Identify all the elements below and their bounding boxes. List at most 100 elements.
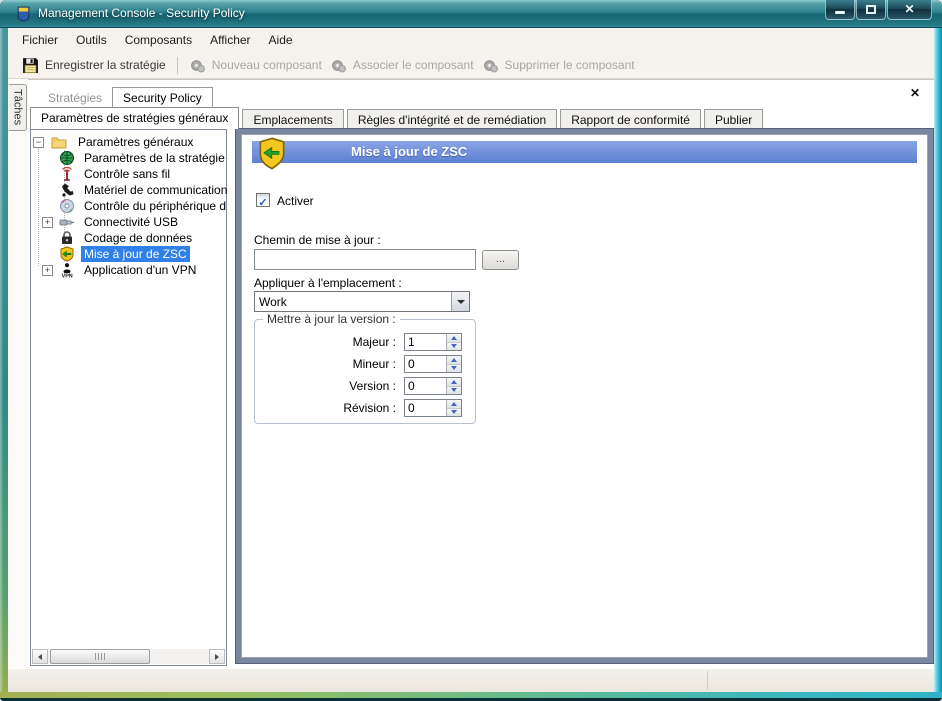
tree-row-root[interactable]: − Paramètres généraux	[31, 134, 226, 150]
revision-label: Révision :	[343, 401, 396, 415]
tree-row[interactable]: Codage de données	[31, 230, 226, 246]
toolbar: Enregistrer la stratégie Nouveau composa…	[8, 52, 934, 79]
close-button[interactable]: ✕	[887, 0, 932, 20]
tree-row[interactable]: Matériel de communication	[31, 182, 226, 198]
minimize-button[interactable]	[825, 0, 855, 20]
activer-label: Activer	[277, 194, 314, 208]
tree-item-label[interactable]: Contrôle sans fil	[81, 166, 173, 182]
tree-item-label[interactable]: Contrôle du périphérique d	[81, 198, 229, 214]
title-bar[interactable]: Management Console - Security Policy ✕	[0, 0, 942, 28]
panel-header: Mise à jour de ZSC	[252, 141, 917, 163]
client-area: Fichier Outils Composants Afficher Aide …	[8, 28, 934, 692]
associate-component-button[interactable]: Associer le composant	[326, 55, 478, 76]
scrollbar-thumb[interactable]	[50, 649, 150, 664]
spinner-up-button[interactable]	[447, 356, 461, 365]
majeur-spinner[interactable]	[404, 333, 462, 351]
comm-hardware-icon	[59, 182, 75, 198]
revision-spinner[interactable]	[404, 399, 462, 417]
close-view-icon[interactable]: ✕	[910, 86, 920, 100]
menu-outils[interactable]: Outils	[67, 30, 116, 50]
window-frame-bottom	[0, 692, 942, 701]
chevron-down-icon	[457, 300, 465, 304]
management-console-window: Management Console - Security Policy ✕ F…	[0, 0, 942, 701]
majeur-input[interactable]	[405, 334, 446, 350]
expand-expander-icon[interactable]: +	[42, 217, 53, 228]
location-combobox[interactable]: Work	[254, 291, 470, 312]
maximize-button[interactable]	[856, 0, 886, 20]
spinner-down-button[interactable]	[447, 343, 461, 351]
spinner-down-button[interactable]	[447, 387, 461, 395]
menu-afficher[interactable]: Afficher	[201, 30, 259, 50]
spinner-up-button[interactable]	[447, 334, 461, 343]
tree-horizontal-scrollbar[interactable]	[32, 649, 225, 664]
save-policy-label: Enregistrer la stratégie	[45, 58, 166, 72]
save-policy-button[interactable]: Enregistrer la stratégie	[18, 55, 170, 76]
spinner-up-button[interactable]	[447, 378, 461, 387]
status-bar	[8, 668, 934, 692]
scroll-right-icon	[215, 654, 219, 660]
menu-fichier[interactable]: Fichier	[13, 30, 67, 50]
tree-item-label[interactable]: Connectivité USB	[81, 214, 181, 230]
tree-row[interactable]: Paramètres de la stratégie	[31, 150, 226, 166]
delete-component-label: Supprimer le composant	[505, 58, 635, 72]
tree-item-label[interactable]: Mise à jour de ZSC	[81, 246, 190, 262]
tab-strategies[interactable]: Stratégies	[38, 88, 112, 109]
taches-side-tab[interactable]: Tâches	[9, 84, 27, 131]
scroll-right-button[interactable]	[209, 649, 225, 664]
delete-component-button[interactable]: Supprimer le composant	[478, 55, 639, 76]
combobox-dropdown-button[interactable]	[451, 292, 469, 311]
zsc-update-header-shield-icon	[258, 137, 286, 170]
tree-item-label[interactable]: Codage de données	[81, 230, 195, 246]
spinner-down-button[interactable]	[447, 365, 461, 373]
window-frame-left	[0, 28, 8, 692]
expand-expander-icon[interactable]: +	[42, 265, 53, 276]
delete-component-icon	[482, 57, 499, 74]
chevron-up-icon	[451, 402, 457, 406]
chevron-down-icon	[451, 388, 457, 392]
tree-row-selected[interactable]: Mise à jour de ZSC	[31, 246, 226, 262]
taches-side-tab-label: Tâches	[12, 89, 24, 125]
mineur-label: Mineur :	[353, 357, 396, 371]
tab-publier[interactable]: Publier	[704, 109, 763, 129]
version-row-revision: Révision :	[255, 399, 475, 417]
collapse-expander-icon[interactable]: −	[33, 137, 44, 148]
activer-checkbox[interactable]: ✓	[256, 193, 270, 207]
spinner-up-button[interactable]	[447, 400, 461, 409]
policy-settings-globe-icon	[59, 150, 75, 166]
tab-parametres-generaux[interactable]: Paramètres de stratégies généraux	[30, 107, 239, 129]
browse-button[interactable]: ...	[482, 250, 519, 270]
left-gutter	[8, 79, 28, 668]
window-frame-right	[934, 28, 942, 692]
folder-icon	[51, 134, 67, 150]
tree-row[interactable]: + Connectivité USB	[31, 214, 226, 230]
new-component-button[interactable]: Nouveau composant	[185, 55, 326, 76]
vpn-enforcement-icon: VPN	[59, 262, 75, 278]
mineur-spinner[interactable]	[404, 355, 462, 373]
version-input[interactable]	[405, 378, 446, 394]
version-spinner[interactable]	[404, 377, 462, 395]
revision-input[interactable]	[405, 400, 446, 416]
mineur-input[interactable]	[405, 356, 446, 372]
tab-emplacements[interactable]: Emplacements	[242, 109, 343, 129]
tab-rapport-conformite[interactable]: Rapport de conformité	[560, 109, 701, 129]
scrollbar-grip-icon	[95, 653, 105, 660]
version-row-version: Version :	[255, 377, 475, 395]
spinner-down-button[interactable]	[447, 409, 461, 417]
tree-row[interactable]: + VPN Application d'un VPN	[31, 262, 226, 278]
tree-item-label[interactable]: Paramètres de la stratégie	[81, 150, 228, 166]
policy-tree-panel: − Paramètres généraux Paramè	[30, 129, 227, 666]
tab-security-policy[interactable]: Security Policy	[112, 87, 213, 109]
tab-regles-integrite[interactable]: Règles d'intégrité et de remédiation	[347, 109, 557, 129]
version-label: Version :	[349, 379, 396, 393]
menu-aide[interactable]: Aide	[260, 30, 302, 50]
document-area: Stratégies Security Policy ✕ Paramètres …	[28, 79, 934, 668]
tree-item-label[interactable]: Paramètres généraux	[75, 134, 196, 150]
chevron-down-icon	[451, 410, 457, 414]
update-path-input[interactable]	[254, 249, 476, 270]
menu-composants[interactable]: Composants	[116, 30, 201, 50]
tree-item-label[interactable]: Application d'un VPN	[81, 262, 199, 278]
tree-item-label[interactable]: Matériel de communication	[81, 182, 230, 198]
scroll-left-button[interactable]	[32, 649, 48, 664]
tree-row[interactable]: Contrôle du périphérique d	[31, 198, 226, 214]
tree-row[interactable]: Contrôle sans fil	[31, 166, 226, 182]
